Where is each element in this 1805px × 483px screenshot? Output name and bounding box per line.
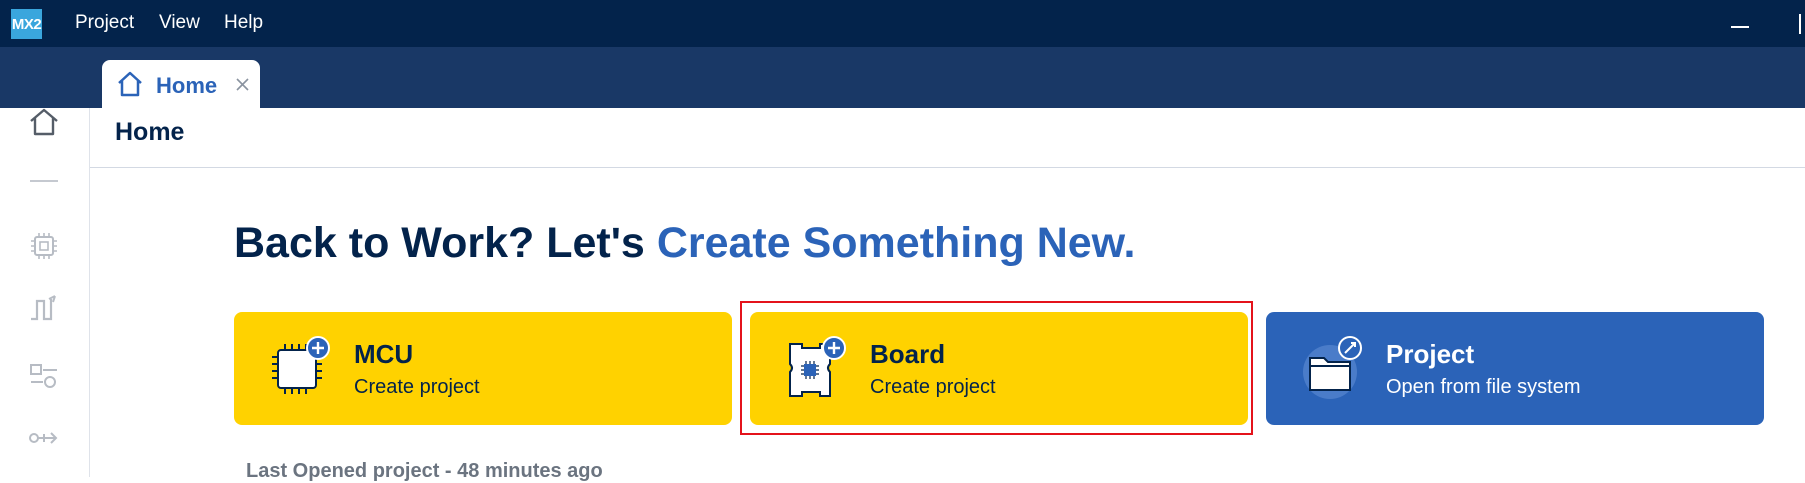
project-card-title: Project [1386,339,1475,369]
hero-accent: Create Something New. [656,219,1136,267]
menu-project[interactable]: Project [75,12,134,34]
app-logo: MX2 [11,9,42,39]
project-card-subtitle: Open from file system [1386,376,1581,398]
header-divider [90,167,1805,168]
sidebar-divider [30,180,58,182]
clock-config-icon[interactable] [28,360,60,392]
close-icon[interactable] [235,77,250,92]
home-icon [118,71,142,97]
menu-bar: MX2 Project View Help [0,0,1805,47]
last-opened-label: Last Opened project - 48 minutes ago [246,460,603,482]
chip-icon[interactable] [28,230,60,262]
hero-heading: Back to Work? Let's Create Something New… [234,219,1135,268]
mcu-card[interactable]: MCU Create project [234,312,732,425]
minimize-icon[interactable] [1731,26,1749,28]
hero-prefix: Back to Work? Let's [234,219,657,267]
left-sidebar [0,108,90,477]
tab-home[interactable]: Home [102,60,260,108]
menu-view[interactable]: View [159,12,200,34]
menu-help[interactable]: Help [224,12,263,34]
folder-open-icon [1303,336,1362,399]
selection-highlight [740,301,1253,435]
tab-bar: Home [0,47,1805,108]
tab-label: Home [156,73,218,98]
mcu-card-subtitle: Create project [354,376,480,398]
mcu-card-title: MCU [354,339,414,369]
connectivity-icon[interactable] [28,426,60,450]
pinout-icon[interactable] [28,293,60,325]
mcu-plus-icon [272,336,330,394]
maximize-icon[interactable] [1799,14,1801,34]
open-project-card[interactable]: Project Open from file system [1266,312,1764,425]
home-icon[interactable] [28,108,60,136]
page-title: Home [115,118,185,146]
